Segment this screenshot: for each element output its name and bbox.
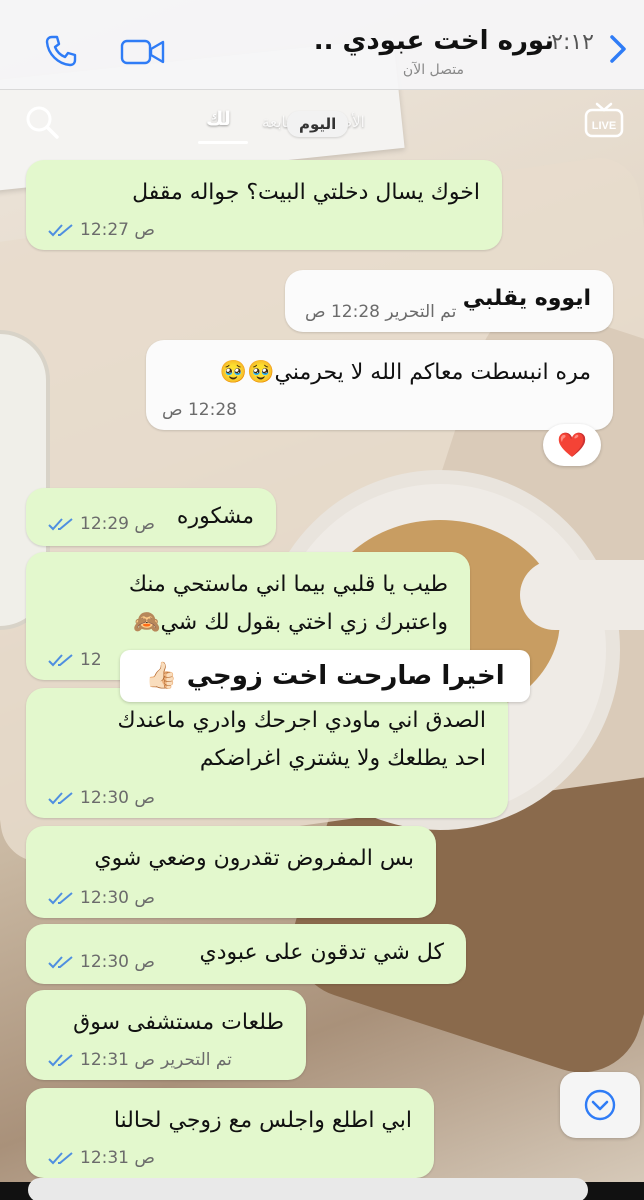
double-check-icon [48, 518, 73, 531]
message-time: 12:30 ص [80, 788, 155, 808]
wallpaper-mug-handle [520, 560, 644, 630]
message-bubble-out[interactable]: طلعات مستشفى سوق 12:31 ص تم التحرير [26, 990, 306, 1080]
message-meta: 12:28 ص [162, 400, 237, 420]
message-text: مره انبسطت معاكم الله لا يحرمني🥹🥹 [219, 360, 591, 385]
message-meta: 12:29 ص [48, 514, 155, 534]
tab-for-you[interactable]: لك [206, 108, 231, 130]
message-text-line: الصدق اني ماودي اجرحك وادري ماعندك [117, 708, 486, 733]
status-time: ٢:١٢ [551, 30, 594, 55]
message-bubble-out[interactable]: كل شي تدقون على عبودي 12:30 ص [26, 924, 466, 984]
message-time: 12:28 ص [162, 400, 237, 420]
double-check-icon [48, 224, 73, 237]
double-check-icon [48, 892, 73, 905]
chat-header: ٢:١٢ نوره اخت عبودي .. متصل الآن [0, 0, 644, 90]
message-meta: 12:31 ص [48, 1148, 155, 1168]
message-time: 12:31 ص [80, 1148, 155, 1168]
tab-active-indicator [198, 141, 248, 144]
message-text-line: احد يطلعك ولا يشتري اغراضكم [199, 746, 486, 771]
double-check-icon [48, 654, 73, 667]
message-meta: 12 [48, 650, 102, 670]
live-tv-icon[interactable]: LIVE [584, 102, 624, 138]
message-text-line: طيب يا قلبي بيما اني ماستحي منك [128, 572, 448, 597]
video-camera-icon[interactable] [120, 38, 166, 66]
message-time: 12:28 ص [305, 302, 380, 322]
edited-label: تم التحرير [385, 302, 457, 322]
online-status: متصل الآن [402, 62, 464, 78]
chevron-right-icon[interactable] [606, 34, 630, 64]
double-check-icon [48, 1152, 73, 1165]
message-text: بس المفروض تقدرون وضعي شوي [94, 846, 414, 871]
phone-icon[interactable] [44, 34, 78, 68]
story-caption: اخيرا صارحت اخت زوجي 👍🏻 [120, 650, 530, 702]
message-text: طلعات مستشفى سوق [73, 1010, 284, 1035]
date-badge: اليوم [287, 111, 349, 137]
search-icon[interactable] [24, 104, 60, 140]
message-meta: 12:31 ص تم التحرير [48, 1050, 232, 1070]
message-bubble-in[interactable]: ايووه يقلبي تم التحرير 12:28 ص [285, 270, 613, 332]
scroll-to-bottom-button[interactable] [560, 1072, 640, 1138]
message-meta: 12:27 ص [48, 220, 155, 240]
message-bubble-out[interactable]: بس المفروض تقدرون وضعي شوي 12:30 ص [26, 826, 436, 918]
heart-reaction[interactable]: ❤️ [543, 424, 601, 466]
message-text: اخوك يسال دخلتي البيت؟ جواله مقفل [132, 180, 480, 205]
message-bubble-out[interactable]: اخوك يسال دخلتي البيت؟ جواله مقفل 12:27 … [26, 160, 502, 250]
message-time: 12:30 ص [80, 888, 155, 908]
message-text-line: واعتبرك زي اختي بقول لك شي🙈 [133, 610, 448, 635]
double-check-icon [48, 956, 73, 969]
chevron-down-circle-icon [584, 1089, 616, 1121]
message-time: 12:27 ص [80, 220, 155, 240]
message-text: ابي اطلع واجلس مع زوجي لحالنا [113, 1108, 412, 1133]
contact-name[interactable]: نوره اخت عبودي .. [314, 26, 554, 56]
message-time: 12 [80, 650, 102, 670]
message-meta: 12:30 ص [48, 952, 155, 972]
message-input-edge[interactable] [28, 1178, 588, 1200]
message-meta: 12:30 ص [48, 788, 155, 808]
edited-label: تم التحرير [160, 1050, 232, 1070]
message-time: 12:30 ص [80, 952, 155, 972]
message-meta: تم التحرير 12:28 ص [305, 302, 456, 322]
message-bubble-out[interactable]: مشكوره 12:29 ص [26, 488, 276, 546]
message-bubble-out[interactable]: الصدق اني ماودي اجرحك وادري ماعندك احد ي… [26, 688, 508, 818]
message-time: 12:31 ص [80, 1050, 155, 1070]
message-time: 12:29 ص [80, 514, 155, 534]
message-bubble-out[interactable]: ابي اطلع واجلس مع زوجي لحالنا 12:31 ص [26, 1088, 434, 1178]
message-meta: 12:30 ص [48, 888, 155, 908]
message-bubble-in[interactable]: مره انبسطت معاكم الله لا يحرمني🥹🥹 12:28 … [146, 340, 613, 430]
double-check-icon [48, 792, 73, 805]
live-label: LIVE [592, 120, 616, 132]
double-check-icon [48, 1054, 73, 1067]
